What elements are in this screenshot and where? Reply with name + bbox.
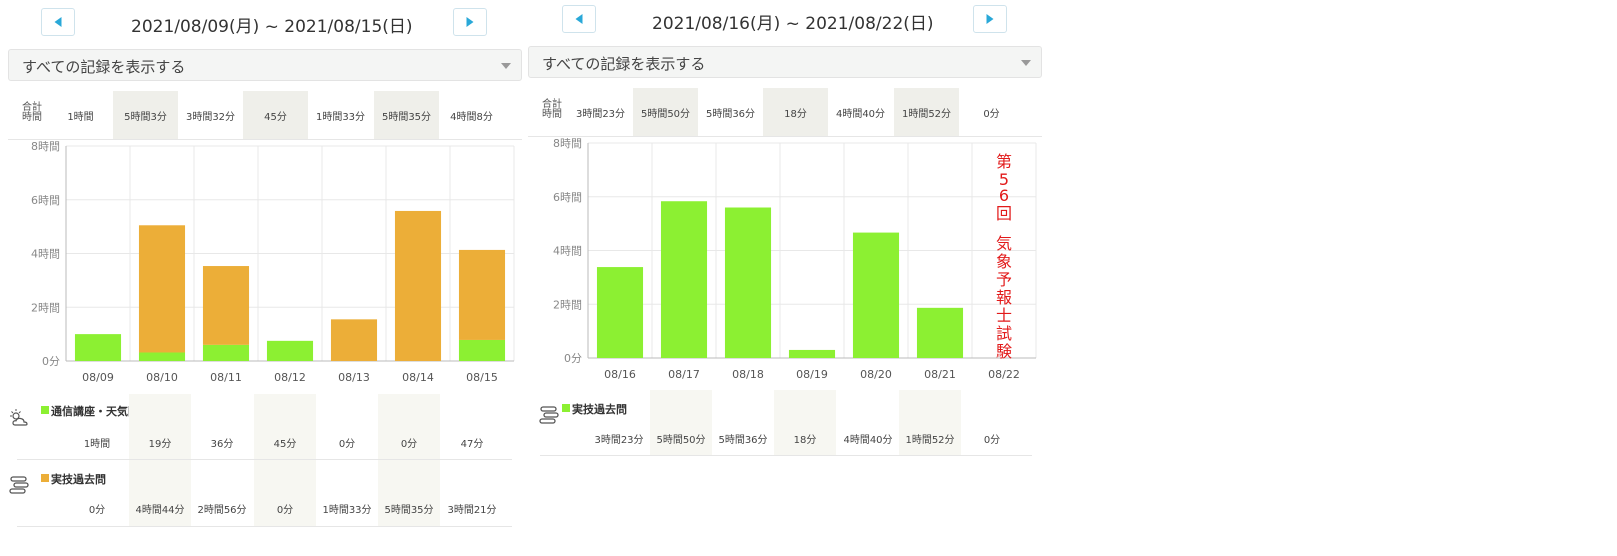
bar-segment	[138, 352, 186, 361]
category-daily-value: 4時間40分	[843, 435, 893, 446]
legend-color-swatch	[562, 404, 570, 412]
y-tick-label: 2時間	[553, 298, 582, 311]
x-tick-label: 08/13	[338, 371, 370, 384]
y-tick-label: 6時間	[31, 194, 60, 207]
chart-grid	[65, 145, 515, 362]
x-tick-label: 08/22	[988, 368, 1020, 381]
annotation-char: 予	[996, 270, 1012, 289]
x-tick-label: 08/18	[732, 368, 764, 381]
bar-segment	[202, 344, 250, 361]
x-tick-label: 08/11	[210, 371, 242, 384]
category-daily-value: 3時間23分	[594, 435, 644, 446]
annotation-char: 第	[996, 152, 1012, 171]
category-daily-value: 1時間52分	[899, 390, 961, 456]
bar-segment	[202, 266, 250, 345]
bar-segment	[852, 232, 900, 358]
category-daily-value: 18分	[774, 390, 836, 456]
week-panel-1: 2021/08/09(月) ~ 2021/08/15(日) すべての記録を表示す…	[0, 0, 530, 556]
y-tick-label: 0分	[42, 355, 60, 368]
bar-segment	[138, 225, 186, 353]
annotation-char: 験	[996, 342, 1012, 361]
category-daily-value: 19分	[129, 394, 191, 460]
y-tick-label: 2時間	[31, 301, 60, 314]
y-tick-label: 8時間	[553, 137, 582, 150]
bar-segment	[660, 201, 708, 358]
x-tick-label: 08/21	[924, 368, 956, 381]
bar-segment	[916, 307, 964, 358]
x-tick-label: 08/12	[274, 371, 306, 384]
x-tick-label: 08/20	[860, 368, 892, 381]
category-daily-value: 1時間	[83, 439, 111, 450]
category-daily-value: 0分	[254, 460, 316, 526]
x-tick-label: 08/17	[668, 368, 700, 381]
annotation-char: 6	[999, 186, 1009, 205]
bar-segment	[596, 267, 644, 358]
row-divider	[17, 526, 512, 527]
x-tick-label: 08/10	[146, 371, 178, 384]
x-tick-label: 08/09	[82, 371, 114, 384]
category-row: 実技過去問 3時間23分 5時間50分 5時間36分 18分 4時間40分 1時…	[520, 390, 1040, 456]
category-daily-value: 4時間44分	[129, 460, 191, 526]
x-tick-label: 08/15	[466, 371, 498, 384]
bar-segment	[330, 319, 378, 361]
annotation-char: 気	[996, 234, 1012, 253]
category-daily-value: 0分	[338, 439, 356, 450]
chart-grid	[587, 142, 1037, 359]
category-daily-value: 1時間33分	[322, 505, 372, 516]
y-tick-label: 0分	[564, 352, 582, 365]
bar-segment	[458, 339, 506, 361]
bar-segment	[724, 207, 772, 358]
category-row: 通信講座・天気図解析 1時間 19分 36分 45分 0分 0分 47分	[0, 394, 520, 460]
x-tick-label: 08/16	[604, 368, 636, 381]
legend-color-swatch	[41, 406, 49, 414]
y-tick-label: 4時間	[31, 248, 60, 261]
bar-segment	[788, 349, 836, 358]
category-daily-value: 0分	[88, 505, 106, 516]
y-tick-label: 6時間	[553, 191, 582, 204]
category-daily-value: 2時間56分	[197, 505, 247, 516]
bar-segment	[266, 340, 314, 361]
category-daily-value: 0分	[378, 394, 440, 460]
annotation-char: 報	[996, 288, 1012, 307]
category-daily-value: 36分	[210, 439, 234, 450]
annotation-char: 士	[996, 306, 1012, 325]
category-daily-value: 5時間36分	[718, 435, 768, 446]
annotation-char: 象	[996, 252, 1012, 271]
stack-icon	[539, 406, 559, 424]
category-row: 実技過去問 0分 4時間44分 2時間56分 0分 1時間33分 5時間35分 …	[0, 460, 520, 528]
category-daily-value: 5時間50分	[650, 390, 712, 456]
category-daily-value: 47分	[460, 439, 484, 450]
y-tick-label: 8時間	[31, 140, 60, 153]
annotation-char: 回	[996, 204, 1012, 223]
row-divider	[540, 455, 1032, 456]
bar-segment	[394, 210, 442, 361]
category-daily-value: 3時間21分	[447, 505, 497, 516]
exam-annotation: 第56回気象予報士試験	[996, 152, 1012, 361]
x-tick-label: 08/19	[796, 368, 828, 381]
week-panel-2: 2021/08/16(月) ~ 2021/08/22(日) すべての記録を表示す…	[520, 0, 1050, 556]
y-tick-label: 4時間	[553, 245, 582, 258]
category-daily-value: 0分	[983, 435, 1001, 446]
weekly-bar-chart: 0分 2時間 4時間 6時間 8時間 08/16 08/17 08/18 08/19 08/20 0…	[553, 137, 1037, 381]
category-daily-value: 5時間35分	[378, 460, 440, 526]
category-daily-value: 45分	[254, 394, 316, 460]
stack-icon	[9, 476, 29, 494]
legend-color-swatch	[41, 474, 49, 482]
x-tick-label: 08/14	[402, 371, 434, 384]
weekly-bar-chart: 0分 2時間 4時間 6時間 8時間 08/09 08/10 08/11 08/12 08/13 0…	[31, 140, 515, 384]
bar-segment	[74, 334, 122, 361]
weather-icon	[10, 409, 28, 426]
bar-segment	[458, 249, 506, 340]
annotation-char: 試	[996, 324, 1012, 343]
